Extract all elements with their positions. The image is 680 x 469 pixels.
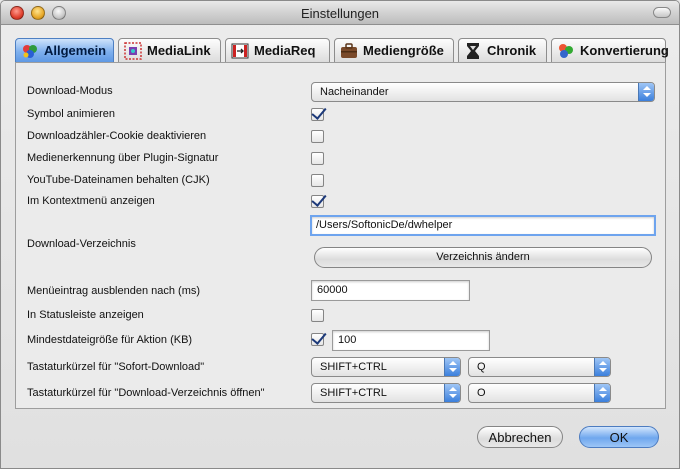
tab-label: Chronik: [487, 43, 537, 58]
window-title: Einstellungen: [300, 6, 380, 21]
ok-button[interactable]: OK: [579, 426, 659, 448]
shortcut-open-dir-label: Tastaturkürzel für "Download-Verzeichnis…: [27, 387, 265, 399]
select-arrows-icon: [444, 384, 460, 402]
statusbar-checkbox[interactable]: [311, 309, 324, 322]
download-dir-input[interactable]: /Users/SoftonicDe/dwhelper: [310, 215, 656, 236]
shortcut-open-dir-key-value: O: [477, 387, 486, 399]
toolbar-toggle-button[interactable]: [653, 7, 671, 18]
plugin-signature-checkbox[interactable]: [311, 152, 324, 165]
min-size-input[interactable]: 100: [332, 330, 490, 351]
shortcut-download-modifier-select[interactable]: SHIFT+CTRL: [311, 357, 461, 377]
min-size-checkbox[interactable]: [311, 333, 324, 346]
plugin-signature-label: Medienerkennung über Plugin-Signatur: [27, 152, 219, 164]
min-size-label: Mindestdateigröße für Aktion (KB): [27, 334, 193, 346]
tab-allgemein[interactable]: Allgemein: [15, 38, 114, 63]
shortcut-open-dir-modifier-select[interactable]: SHIFT+CTRL: [311, 383, 461, 403]
shortcut-download-modifier-value: SHIFT+CTRL: [320, 361, 387, 373]
context-menu-checkbox[interactable]: [311, 195, 324, 208]
download-mode-label: Download-Modus: [27, 85, 113, 97]
context-menu-label: Im Kontextmenü anzeigen: [27, 195, 155, 207]
tab-label: Allgemein: [44, 43, 107, 58]
youtube-names-label: YouTube-Dateinamen behalten (CJK): [27, 174, 210, 186]
tab-label: MediaLink: [147, 43, 211, 58]
briefcase-icon: [340, 42, 358, 60]
hide-menu-input[interactable]: 60000: [311, 280, 470, 301]
tab-mediengroesse[interactable]: Mediengröße: [334, 38, 454, 63]
animate-icon-checkbox[interactable]: [311, 108, 324, 121]
preferences-window: Einstellungen Allgemein MediaLink MediaR…: [0, 0, 680, 469]
tab-label: MediaReq: [254, 43, 316, 58]
shortcut-download-key-value: Q: [477, 361, 486, 373]
shortcut-open-dir-modifier-value: SHIFT+CTRL: [320, 387, 387, 399]
counter-cookie-label: Downloadzähler-Cookie deaktivieren: [27, 130, 207, 142]
tab-mediareq[interactable]: MediaReq: [225, 38, 330, 63]
shortcut-open-dir-key-select[interactable]: O: [468, 383, 611, 403]
tab-label: Konvertierung: [580, 43, 669, 58]
tab-chronik[interactable]: Chronik: [458, 38, 547, 63]
tab-medialink[interactable]: MediaLink: [118, 38, 221, 63]
tab-label: Mediengröße: [363, 43, 444, 58]
download-mode-value: Nacheinander: [320, 86, 389, 98]
palette-icon: [21, 42, 39, 60]
select-arrows-icon: [594, 384, 610, 402]
shortcut-download-key-select[interactable]: Q: [468, 357, 611, 377]
select-arrows-icon: [638, 83, 654, 101]
shortcut-download-label: Tastaturkürzel für "Sofort-Download": [27, 361, 205, 373]
color-balls-icon: [557, 42, 575, 60]
download-mode-select[interactable]: Nacheinander: [311, 82, 655, 102]
select-arrows-icon: [444, 358, 460, 376]
link-grid-icon: [124, 41, 142, 60]
download-dir-label: Download-Verzeichnis: [27, 238, 136, 250]
film-icon: [231, 42, 249, 60]
cancel-button[interactable]: Abbrechen: [477, 426, 563, 448]
title-bar: Einstellungen: [1, 1, 679, 25]
youtube-names-checkbox[interactable]: [311, 174, 324, 187]
counter-cookie-checkbox[interactable]: [311, 130, 324, 143]
animate-icon-label: Symbol animieren: [27, 108, 116, 120]
hide-menu-label: Menüeintrag ausblenden nach (ms): [27, 285, 201, 297]
clock-icon: [464, 42, 482, 60]
change-dir-button[interactable]: Verzeichnis ändern: [314, 247, 652, 268]
tab-konvertierung[interactable]: Konvertierung: [551, 38, 669, 63]
statusbar-label: In Statusleiste anzeigen: [27, 309, 144, 321]
select-arrows-icon: [594, 358, 610, 376]
